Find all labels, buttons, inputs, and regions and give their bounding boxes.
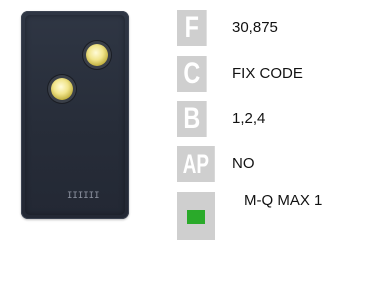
remote-button-1 <box>86 44 108 66</box>
spec-code: C FIX CODE <box>177 56 357 92</box>
code-value: FIX CODE <box>232 65 303 82</box>
remote-button-2 <box>51 78 73 100</box>
autoprogramming-badge: AP <box>177 146 215 182</box>
green-swatch-icon <box>187 210 205 224</box>
remote-bezel <box>25 15 125 215</box>
compatibility-value: M-Q MAX 1 <box>244 192 323 209</box>
spec-compatibility: M-Q MAX 1 <box>177 192 357 240</box>
remote-control-image: IIIIII <box>21 11 129 219</box>
frequency-badge: F <box>177 10 207 46</box>
spec-autoprogramming: AP NO <box>177 146 357 182</box>
autoprogramming-value: NO <box>232 155 255 172</box>
spec-frequency: F 30,875 <box>177 10 357 46</box>
remote-logo-mark: IIIIII <box>67 191 100 201</box>
frequency-value: 30,875 <box>232 19 278 36</box>
spec-buttons: B 1,2,4 <box>177 101 357 137</box>
compatibility-badge <box>177 192 215 240</box>
code-badge: C <box>177 56 207 92</box>
buttons-value: 1,2,4 <box>232 110 266 127</box>
buttons-badge: B <box>177 101 207 137</box>
